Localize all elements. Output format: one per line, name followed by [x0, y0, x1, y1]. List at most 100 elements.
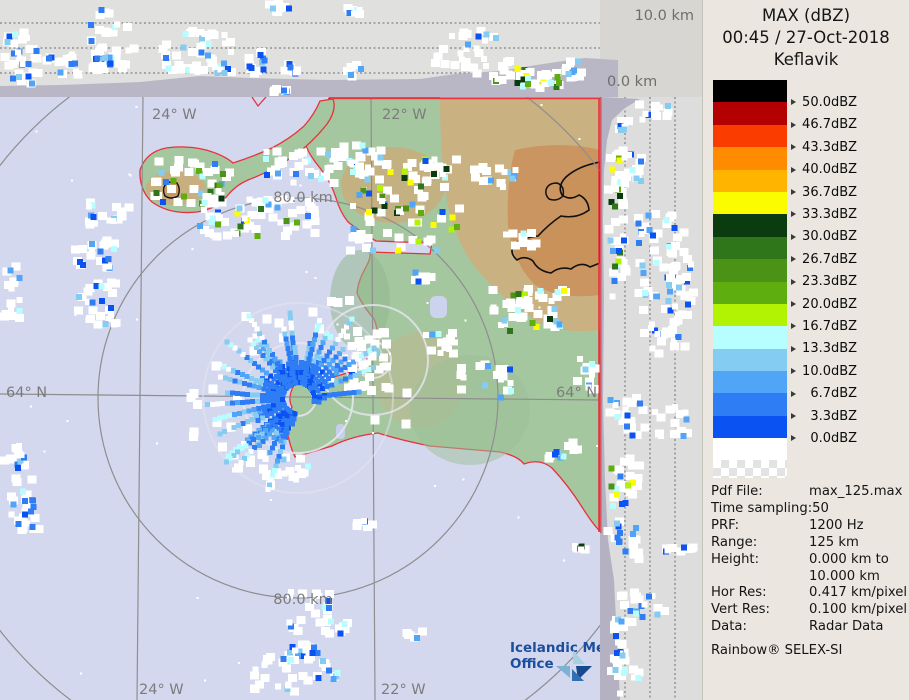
radar-echo-cell — [287, 355, 293, 361]
radar-echo-cell — [165, 65, 172, 72]
radar-echo-cell — [271, 85, 281, 94]
radar-echo-cell — [338, 378, 344, 384]
radar-echo-cell — [630, 588, 640, 597]
radar-echo-cell — [268, 382, 274, 388]
radar-echo-cell — [89, 299, 96, 306]
radar-echo-cell — [574, 58, 581, 65]
radar-echo-cell — [675, 275, 685, 284]
radar-echo-cell — [633, 175, 640, 182]
legend-label: 20.0 dBZ — [791, 296, 857, 312]
radar-echo-cell — [189, 184, 199, 193]
radar-echo-cell — [181, 193, 188, 200]
radar-echo-cell — [278, 376, 284, 382]
radar-echo-cell — [501, 168, 508, 175]
radar-echo-cell — [639, 116, 646, 123]
radar-echo-cell — [510, 292, 517, 299]
info-row: Range: 125 km — [711, 534, 859, 550]
radar-echo-cell — [98, 298, 105, 304]
radar-echo-cell — [665, 103, 671, 110]
radar-echo-cell — [570, 67, 577, 74]
radar-echo-cell — [253, 378, 259, 383]
radar-echo-cell — [272, 147, 282, 156]
legend-label: 3.3 dBZ — [791, 408, 857, 424]
radar-echo-cell — [212, 416, 218, 422]
radar-echo-cell — [311, 337, 317, 343]
radar-echo-cell — [429, 331, 436, 338]
radar-echo-cell — [614, 520, 621, 527]
radar-echo-cell — [609, 293, 616, 300]
radar-echo-cell — [340, 347, 346, 353]
radar-echo-cell — [589, 371, 595, 378]
radar-echo-cell — [573, 445, 583, 454]
radar-echo-cell — [610, 625, 619, 634]
radar-echo-cell — [304, 655, 314, 664]
radar-echo-cell — [30, 514, 40, 522]
radar-echo-cell — [650, 210, 660, 218]
radar-echo-cell — [211, 160, 218, 167]
radar-echo-cell — [269, 445, 275, 451]
radar-echo-cell — [614, 414, 621, 421]
radar-echo-cell — [246, 382, 252, 388]
radar-echo-cell — [270, 391, 276, 397]
radar-echo-cell — [686, 290, 693, 297]
legend-band — [713, 348, 787, 372]
radar-echo-cell — [239, 372, 245, 378]
radar-echo-cell — [415, 238, 422, 245]
radar-echo-cell — [261, 57, 268, 64]
radar-echo-cell — [260, 674, 270, 683]
radar-echo-cell — [70, 179, 73, 182]
radar-echo-cell — [344, 333, 350, 340]
radar-echo-cell — [264, 171, 270, 178]
radar-echo-cell — [412, 269, 419, 276]
radar-echo-cell — [68, 51, 75, 58]
radar-echo-cell — [242, 424, 252, 434]
radar-echo-cell — [256, 385, 262, 391]
radar-echo-cell — [524, 240, 531, 246]
radar-echo-cell — [668, 249, 677, 258]
radar-echo-cell — [170, 178, 177, 185]
radar-echo-cell — [520, 230, 527, 237]
radar-echo-cell — [272, 356, 278, 362]
radar-echo-cell — [390, 194, 400, 203]
radar-echo-cell — [483, 31, 490, 38]
radar-echo-cell — [218, 195, 225, 202]
radar-echo-cell — [634, 166, 644, 175]
radar-echo-cell — [352, 372, 358, 378]
radar-echo-cell — [623, 398, 630, 405]
radar-echo-cell — [682, 409, 689, 416]
radar-echo-cell — [63, 55, 69, 62]
radar-echo-cell — [284, 424, 290, 430]
radar-echo-cell — [629, 167, 636, 173]
radar-echo-cell — [259, 378, 265, 384]
radar-echo-cell — [166, 185, 176, 193]
radar-echo-cell — [7, 307, 14, 314]
radar-echo-cell — [315, 388, 321, 393]
radar-echo-cell — [431, 156, 438, 163]
radar-echo-cell — [544, 454, 554, 463]
radar-echo-cell — [649, 246, 659, 255]
radar-echo-cell — [604, 225, 614, 234]
radar-echo-cell — [433, 247, 440, 254]
radar-echo-cell — [29, 497, 36, 504]
radar-echo-cell — [354, 337, 364, 346]
radar-echo-cell — [512, 167, 519, 174]
radar-echo-cell — [529, 320, 536, 327]
panel-title-block: MAX (dBZ) 00:45 / 27-Oct-2018 Keflavik — [703, 5, 909, 71]
radar-echo-cell — [364, 176, 371, 183]
radar-echo-cell — [611, 278, 618, 285]
radar-echo-cell — [511, 241, 520, 250]
radar-echo-cell — [70, 245, 80, 254]
radar-echo-cell — [546, 315, 553, 322]
radar-echo-cell — [278, 162, 285, 169]
radar-echo-cell — [361, 369, 367, 374]
radar-echo-cell — [257, 206, 264, 212]
info-row: Data: Radar Data — [711, 619, 884, 635]
radar-echo-cell — [276, 453, 282, 459]
radar-echo-cell — [401, 168, 408, 175]
radar-echo-cell — [503, 57, 513, 66]
radar-echo-cell — [561, 287, 568, 294]
radar-echo-cell — [595, 444, 598, 447]
legend-band — [713, 124, 787, 148]
radar-echo-cell — [275, 392, 281, 398]
radar-echo-cell — [251, 383, 257, 389]
